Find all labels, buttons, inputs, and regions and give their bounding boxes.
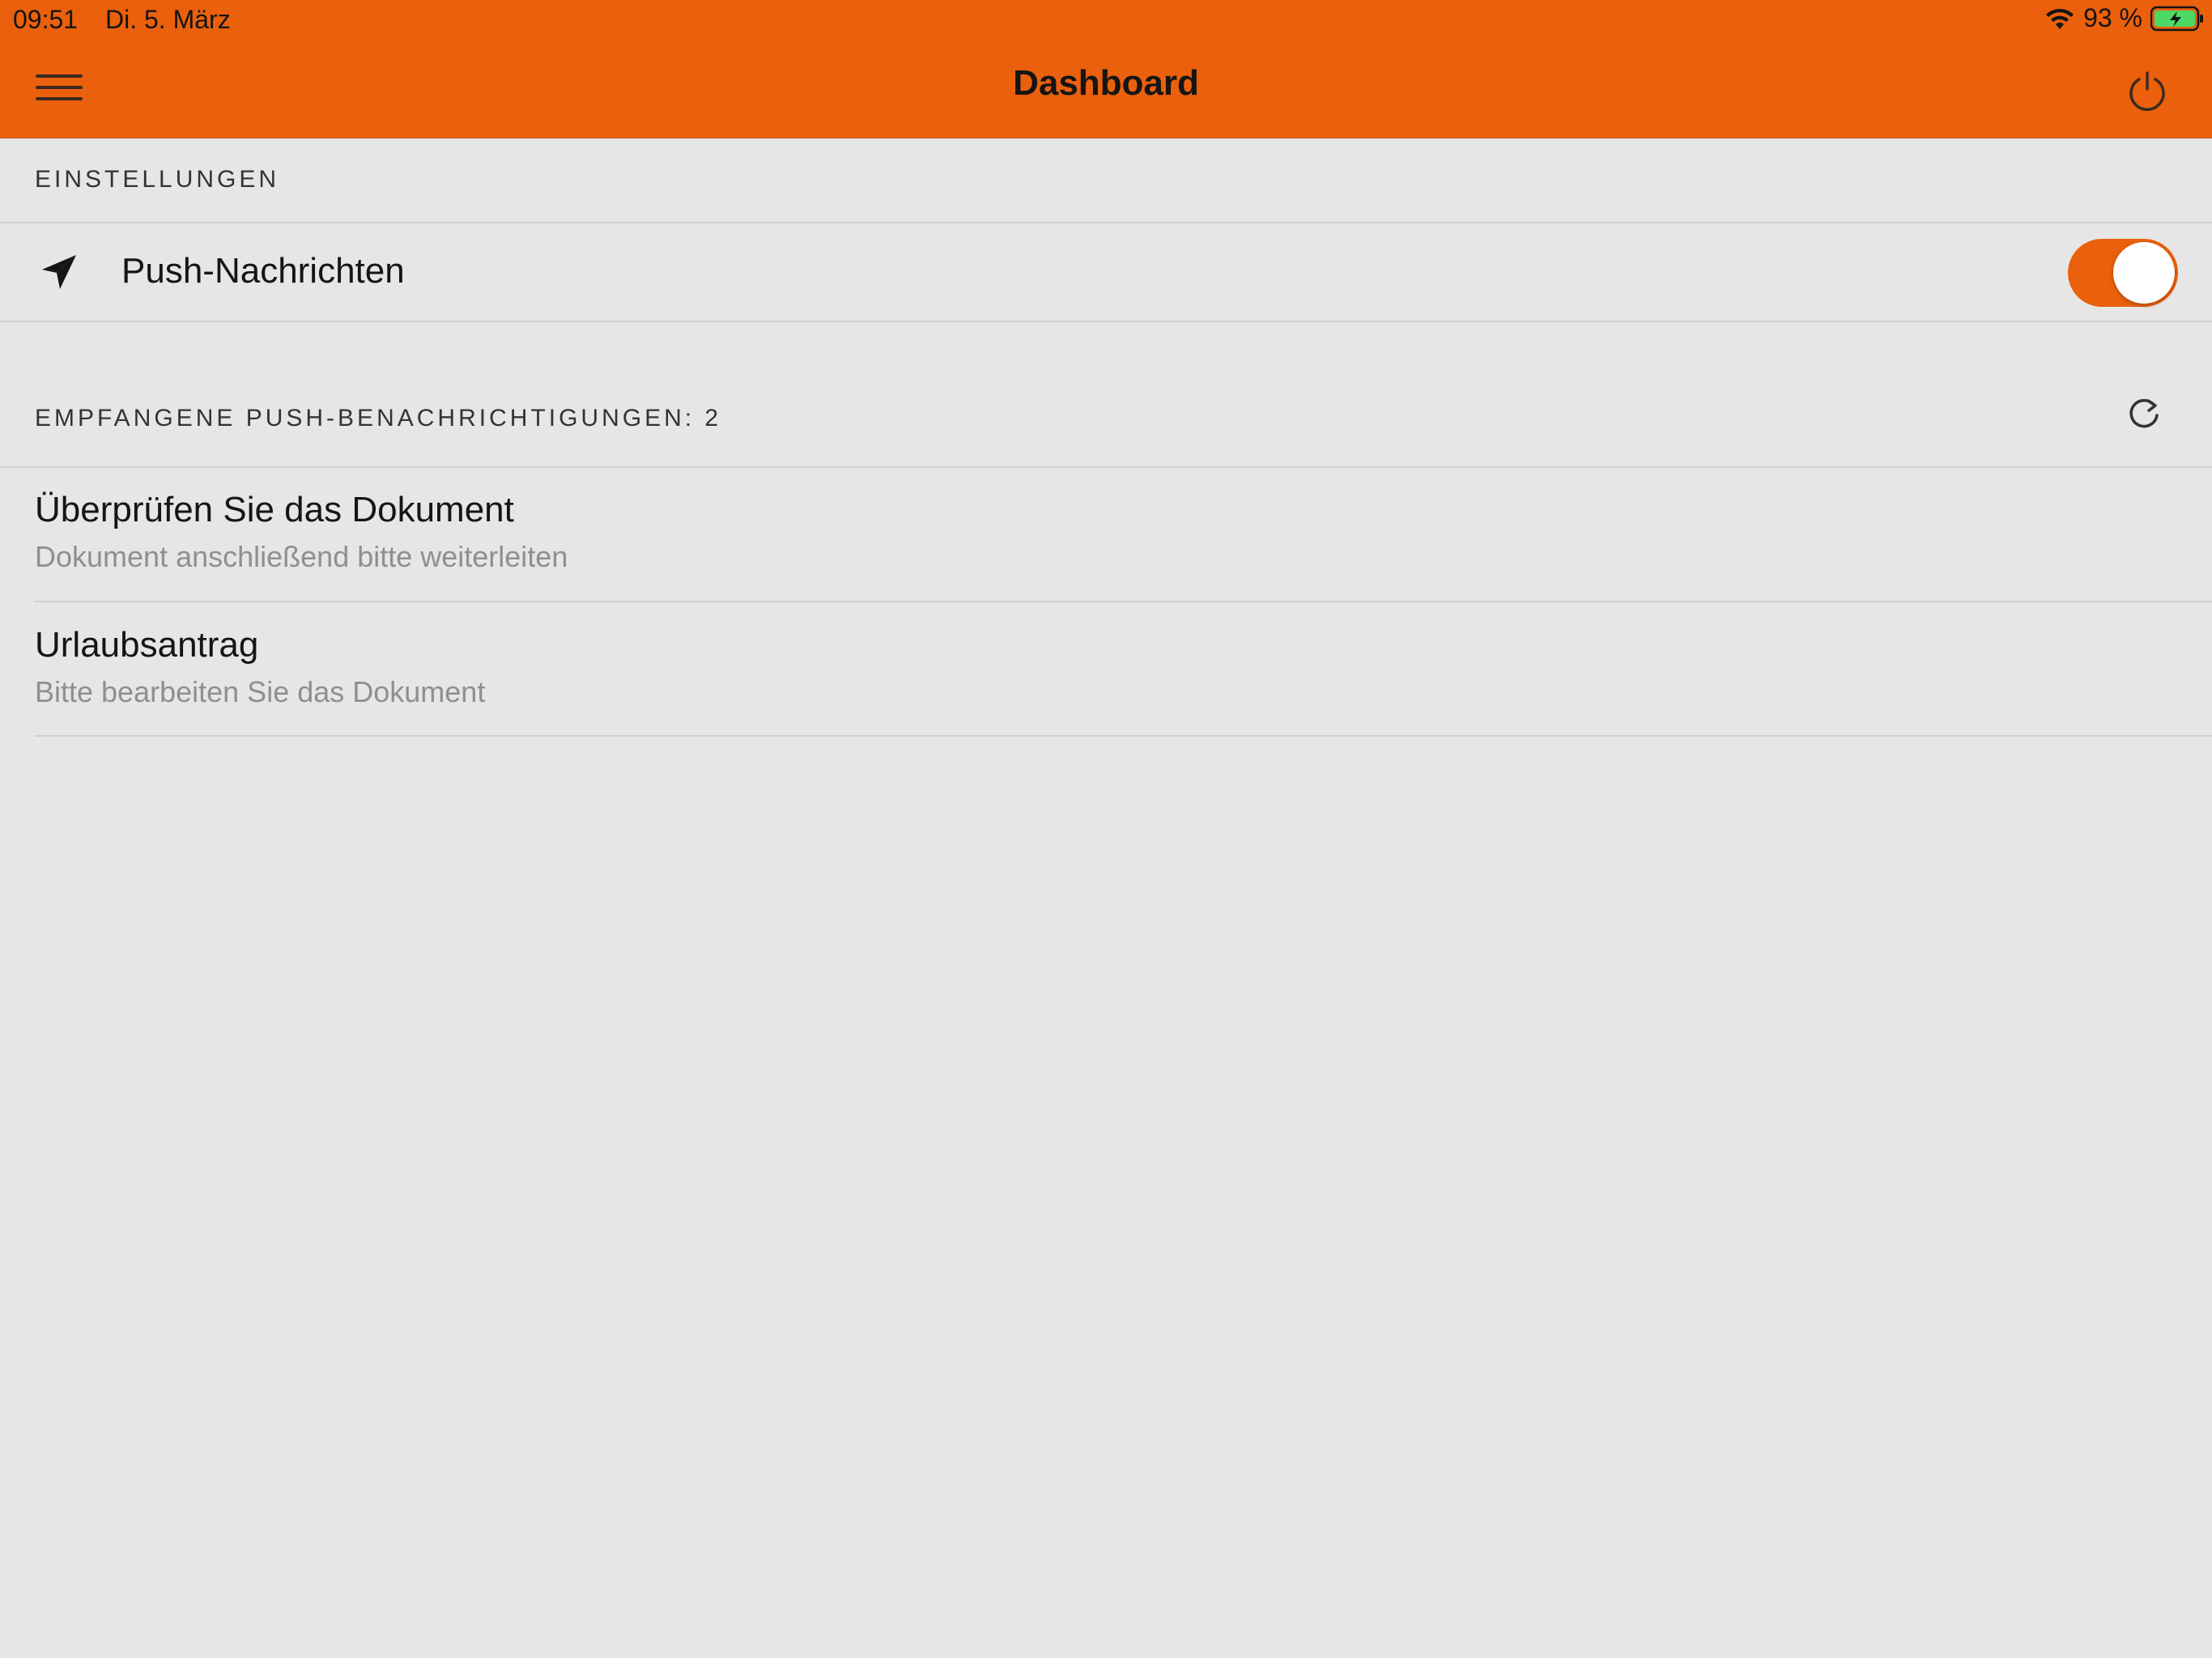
status-right: 93 % xyxy=(2044,3,2204,33)
notification-title: Urlaubsantrag xyxy=(35,625,259,665)
power-icon[interactable] xyxy=(2125,68,2170,113)
notification-subtitle: Dokument anschließend bitte weiterleiten xyxy=(35,540,568,573)
divider xyxy=(35,735,2212,737)
paper-plane-icon xyxy=(39,252,79,292)
notification-title: Überprüfen Sie das Dokument xyxy=(35,490,514,529)
wifi-icon xyxy=(2044,6,2075,31)
battery-percentage: 93 % xyxy=(2083,3,2142,32)
push-settings-row: Push-Nachrichten xyxy=(0,223,2212,321)
top-bar: 09:51 Di. 5. März 93 % Dashboard xyxy=(0,0,2212,138)
battery-charging-icon xyxy=(2150,6,2204,32)
notification-list-item[interactable]: Urlaubsantrag Bitte bearbeiten Sie das D… xyxy=(0,602,2212,737)
notification-subtitle: Bitte bearbeiten Sie das Dokument xyxy=(35,675,486,708)
refresh-icon[interactable] xyxy=(2125,394,2163,433)
push-notifications-toggle[interactable] xyxy=(2068,239,2178,307)
toggle-knob xyxy=(2113,242,2175,304)
divider xyxy=(0,321,2212,322)
page-title: Dashboard xyxy=(1013,63,1199,103)
push-notifications-label: Push-Nachrichten xyxy=(121,251,405,291)
status-time: 09:51 xyxy=(13,5,79,34)
status-date: Di. 5. März xyxy=(105,5,231,34)
notification-list-item[interactable]: Überprüfen Sie das Dokument Dokument ans… xyxy=(0,467,2212,602)
notifications-section-header: EMPFANGENE PUSH-BENACHRICHTIGUNGEN: 2 xyxy=(35,405,722,432)
settings-section-header: EINSTELLUNGEN xyxy=(35,166,280,193)
